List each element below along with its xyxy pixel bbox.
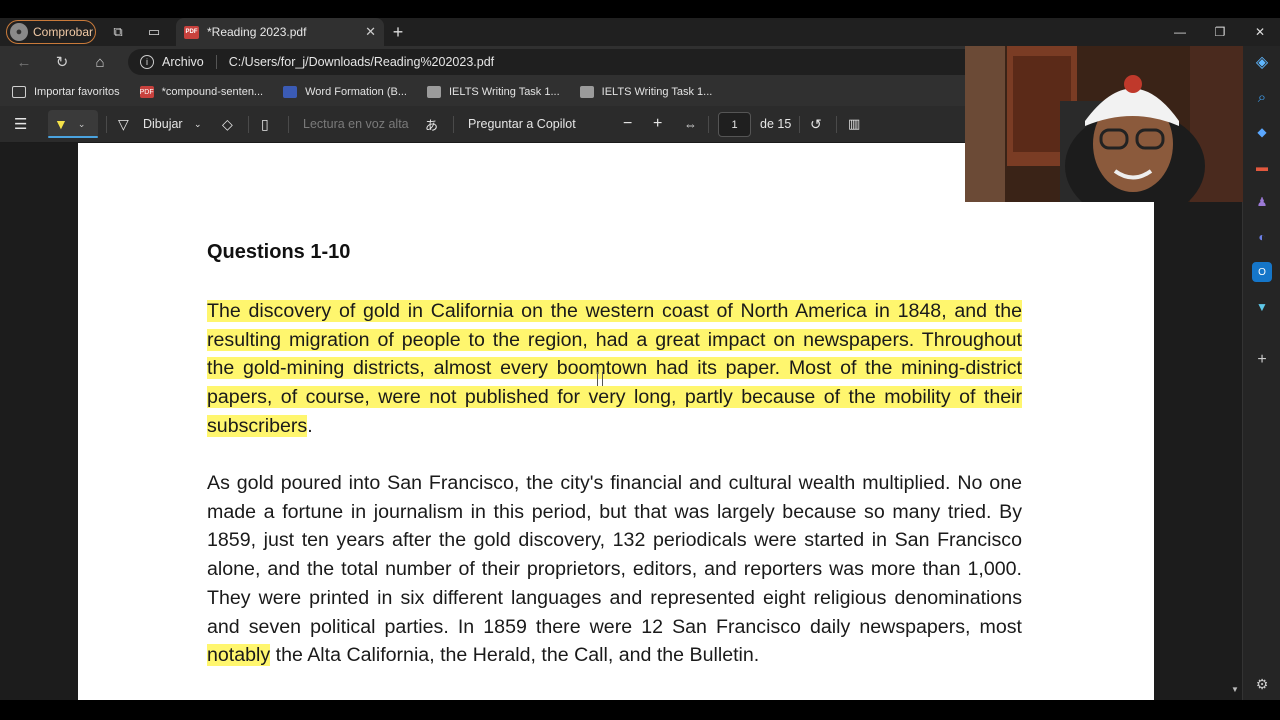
contents-icon[interactable]: ☰ [14, 114, 27, 134]
divider [106, 116, 107, 133]
page-title: Questions 1-10 [207, 241, 351, 263]
favorite-label: IELTS Writing Task 1... [601, 86, 713, 98]
tab-reading-pdf[interactable]: PDF *Reading 2023.pdf ✕ [176, 18, 384, 46]
restore-button[interactable]: ❐ [1200, 18, 1240, 46]
copilot-icon[interactable]: ◈ [1252, 52, 1272, 72]
favorite-compound[interactable]: PDF *compound-senten... [139, 86, 264, 98]
settings-icon[interactable]: ⚙ [1252, 674, 1272, 694]
import-icon [12, 86, 26, 98]
info-icon[interactable]: i [140, 55, 154, 69]
pdf-icon: PDF [184, 25, 199, 39]
bottom-black-bar [0, 700, 1280, 720]
divider [799, 116, 800, 133]
favorite-word-formation[interactable]: Word Formation (B... [283, 86, 407, 98]
paragraph-end: . [307, 414, 313, 437]
drop-icon[interactable]: ▼ [1252, 297, 1272, 317]
vertical-scrollbar[interactable]: ▼ [1228, 143, 1242, 700]
divider [836, 116, 837, 133]
minimize-button[interactable]: — [1160, 18, 1200, 46]
url-field[interactable]: i Archivo C:/Users/for_j/Downloads/Readi… [128, 49, 1028, 75]
home-icon[interactable]: ⌂ [89, 52, 111, 72]
top-black-bar [0, 0, 1280, 18]
page-total: de 15 [760, 117, 792, 131]
ielts-icon [427, 86, 441, 98]
highlight-button[interactable]: ▼ ⌄ [48, 110, 98, 138]
highlighter-icon: ▼ [54, 116, 68, 132]
highlighted-word: notably [207, 644, 271, 667]
tab-title: *Reading 2023.pdf [207, 25, 307, 39]
favorite-import[interactable]: Importar favoritos [12, 86, 120, 98]
divider [288, 116, 289, 133]
chevron-down-icon[interactable]: ⌄ [78, 119, 86, 130]
favorite-ielts-1[interactable]: IELTS Writing Task 1... [427, 86, 560, 98]
divider [215, 55, 217, 69]
favorite-ielts-2[interactable]: IELTS Writing Task 1... [579, 86, 713, 98]
pdf-icon: PDF [139, 86, 154, 98]
favorite-label: IELTS Writing Task 1... [449, 86, 560, 98]
profile-button[interactable]: ● Comprobar [6, 20, 96, 44]
paragraph-text: As gold poured into San Francisco, the c… [207, 472, 1022, 638]
outlook-icon[interactable]: O [1252, 262, 1272, 282]
draw-button[interactable]: Dibujar [143, 114, 183, 134]
favorite-label: Word Formation (B... [305, 86, 407, 98]
new-tab-button[interactable]: + [388, 22, 408, 42]
ask-copilot-button[interactable]: Preguntar a Copilot [468, 114, 576, 134]
pdf-page: Questions 1-10 The discovery of gold in … [78, 143, 1154, 700]
tools-icon[interactable]: ▬ [1252, 157, 1272, 177]
tab-strip: ● Comprobar ⧉ ▭ PDF *Reading 2023.pdf ✕ … [0, 18, 1280, 46]
chevron-down-icon[interactable]: ⌄ [194, 114, 202, 134]
favorite-label: Importar favoritos [34, 86, 120, 98]
webcam-overlay [965, 46, 1243, 202]
refresh-icon[interactable]: ↻ [51, 52, 73, 72]
shopping-icon[interactable]: ◆ [1252, 122, 1272, 142]
scroll-down-icon[interactable]: ▼ [1231, 685, 1239, 694]
vertical-tabs-icon[interactable]: ▭ [144, 22, 164, 42]
favorite-label: *compound-senten... [161, 86, 264, 98]
two-page-icon[interactable]: ▥ [848, 114, 860, 134]
text-cursor-icon [597, 372, 603, 386]
workspaces-icon[interactable]: ⧉ [108, 22, 128, 42]
games-icon[interactable]: ♟ [1252, 192, 1272, 212]
rotate-icon[interactable]: ↺ [810, 114, 822, 134]
pdf-viewer: Questions 1-10 The discovery of gold in … [0, 143, 1242, 700]
close-tab-icon[interactable]: ✕ [365, 24, 376, 40]
fit-page-icon[interactable]: ⇔ [684, 114, 697, 134]
read-aloud-button[interactable]: Lectura en voz alta [303, 114, 409, 134]
back-arrow-icon[interactable]: ← [13, 52, 35, 72]
flag-icon [283, 86, 298, 98]
add-icon[interactable]: + [1252, 350, 1272, 370]
zoom-out-icon[interactable]: − [623, 114, 632, 134]
close-window-button[interactable]: ✕ [1240, 18, 1280, 46]
highlighted-text: The discovery of gold in California on t… [207, 300, 1022, 437]
webcam-image [965, 46, 1243, 202]
page-view-icon[interactable]: ▯ [261, 114, 269, 134]
divider [453, 116, 454, 133]
microsoft365-icon[interactable]: ◐ [1252, 227, 1272, 247]
search-icon[interactable]: ⌕ [1252, 87, 1272, 107]
ielts-icon [579, 86, 594, 98]
avatar: ● [10, 23, 28, 41]
draw-icon[interactable]: ▽ [118, 114, 129, 134]
zoom-in-icon[interactable]: + [653, 114, 662, 134]
url-text: C:/Users/for_j/Downloads/Reading%202023.… [228, 55, 495, 69]
eraser-icon[interactable]: ◇ [222, 114, 233, 134]
divider [708, 116, 709, 133]
profile-label: Comprobar [33, 25, 94, 39]
site-label: Archivo [162, 55, 204, 69]
paragraph-text: the Alta California, the Herald, the Cal… [270, 644, 760, 667]
paragraph-1[interactable]: The discovery of gold in California on t… [207, 297, 1022, 441]
translate-icon[interactable]: あ [425, 114, 438, 134]
divider [248, 116, 249, 133]
page-number-input[interactable]: 1 [718, 112, 751, 137]
paragraph-2[interactable]: As gold poured into San Francisco, the c… [207, 469, 1022, 670]
edge-sidebar: ◈ ⌕ ◆ ▬ ♟ ◐ O ▼ + ⚙ [1242, 46, 1280, 700]
